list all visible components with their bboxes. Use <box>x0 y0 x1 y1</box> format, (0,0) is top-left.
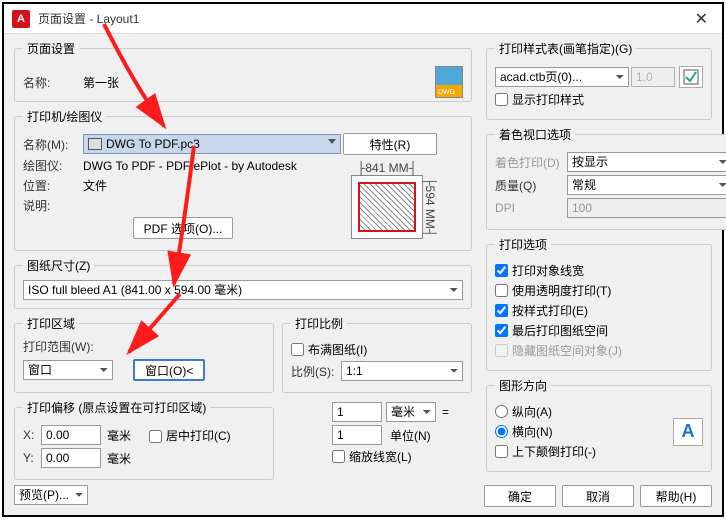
shaded-legend: 着色视口选项 <box>495 126 575 143</box>
help-button[interactable]: 帮助(H) <box>640 485 712 507</box>
opt-style-checkbox[interactable] <box>495 304 508 317</box>
scale-den-input[interactable] <box>332 425 382 445</box>
opt-last-label: 最后打印图纸空间 <box>512 322 608 339</box>
printer-icon <box>88 138 102 150</box>
paper-size-legend: 图纸尺寸(Z) <box>23 257 94 274</box>
printer-select[interactable]: DWG To PDF.pc3 <box>83 134 341 154</box>
shade-select[interactable]: 按显示 <box>567 152 726 172</box>
scale-label: 比例(S): <box>291 363 341 380</box>
center-label: 居中打印(C) <box>166 429 231 443</box>
plot-offset-legend: 打印偏移 (原点设置在可打印区域) <box>23 399 210 416</box>
preview-button[interactable]: 预览(P)... <box>14 485 88 505</box>
plot-scale-group: 打印比例 布满图纸(I) 比例(S): 1:1 <box>282 315 472 393</box>
paper-hatch <box>358 182 416 232</box>
upside-checkbox[interactable] <box>495 445 508 458</box>
quality-label: 质量(Q) <box>495 177 567 194</box>
edit-style-icon[interactable] <box>679 66 703 88</box>
style-slider-select[interactable]: 1.0 <box>631 67 675 87</box>
quality-select[interactable]: 常规 <box>567 175 726 195</box>
fit-label: 布满图纸(I) <box>308 341 367 358</box>
style-table-select[interactable]: acad.ctb页(0)... <box>495 67 629 87</box>
plot-range-select[interactable]: 窗口 <box>23 360 113 380</box>
page-name-value: 第一张 <box>83 74 435 91</box>
scale-num-input[interactable] <box>332 402 382 422</box>
opt-trans-checkbox[interactable] <box>495 284 508 297</box>
plot-area-group: 打印区域 打印范围(W): 窗口 窗口(O)< <box>14 315 274 393</box>
shaded-group: 着色视口选项 着色打印(D) 按显示 质量(Q) 常规 DPI <box>486 126 726 230</box>
dpi-input <box>567 198 726 218</box>
titlebar: A 页面设置 - Layout1 ✕ <box>4 4 722 34</box>
plot-area-legend: 打印区域 <box>23 315 79 332</box>
plot-options-group: 打印选项 打印对象线宽 使用透明度打印(T) 按样式打印(E) 最后打印图纸空间… <box>486 236 712 371</box>
show-styles-label: 显示打印样式 <box>512 91 584 108</box>
location-value: 文件 <box>83 177 107 194</box>
location-label: 位置: <box>23 177 83 194</box>
style-table-legend: 打印样式表(画笔指定)(G) <box>495 40 636 57</box>
opt-hide-checkbox <box>495 344 508 357</box>
desc-label: 说明: <box>23 197 83 214</box>
opt-lw-label: 打印对象线宽 <box>512 262 584 279</box>
printer-legend: 打印机/绘图仪 <box>23 108 106 125</box>
plot-offset-group: 打印偏移 (原点设置在可打印区域) X: 毫米 居中打印(C) Y: 毫米 <box>14 399 274 480</box>
page-setup-group: 页面设置 名称: 第一张 <box>14 40 472 102</box>
window-pick-button[interactable]: 窗口(O)< <box>133 359 205 381</box>
paper-preview: ├841 MM┤ ├594 MM┤ <box>351 175 423 239</box>
opt-hide-label: 隐藏图纸空间对象(J) <box>512 342 622 359</box>
landscape-radio[interactable] <box>495 425 508 438</box>
offset-y-unit: 毫米 <box>107 450 131 467</box>
plot-options-legend: 打印选项 <box>495 236 551 253</box>
printer-device-name: DWG To PDF.pc3 <box>106 137 200 151</box>
scale-select[interactable]: 1:1 <box>341 361 463 381</box>
app-icon: A <box>12 10 30 28</box>
style-table-group: 打印样式表(画笔指定)(G) acad.ctb页(0)... 1.0 显示打印样… <box>486 40 712 120</box>
printer-group: 打印机/绘图仪 名称(M): DWG To PDF.pc3 绘图仪 <box>14 108 472 251</box>
landscape-label: 横向(N) <box>512 423 553 440</box>
paper-height-label: ├594 MM┤ <box>423 177 437 237</box>
offset-x-unit: 毫米 <box>107 427 131 444</box>
scale-num-unit-select[interactable]: 毫米 <box>386 402 436 422</box>
close-icon[interactable]: ✕ <box>689 9 714 29</box>
ok-button[interactable]: 确定 <box>484 485 556 507</box>
paper-size-select[interactable]: ISO full bleed A1 (841.00 x 594.00 毫米) <box>23 280 463 300</box>
properties-button[interactable]: 特性(R) <box>343 133 437 155</box>
upside-label: 上下颠倒打印(-) <box>512 443 596 460</box>
page-name-label: 名称: <box>23 74 83 91</box>
paper-width-label: ├841 MM┤ <box>357 161 417 175</box>
offset-x-label: X: <box>23 428 41 442</box>
opt-style-label: 按样式打印(E) <box>512 302 588 319</box>
pdf-options-button[interactable]: PDF 选项(O)... <box>133 217 234 239</box>
chevron-down-icon <box>328 139 336 144</box>
shade-label: 着色打印(D) <box>495 154 567 171</box>
dwg-icon <box>435 66 463 98</box>
scale-lw-checkbox[interactable] <box>332 450 345 463</box>
offset-y-label: Y: <box>23 451 41 465</box>
opt-lw-checkbox[interactable] <box>495 264 508 277</box>
orientation-legend: 图形方向 <box>495 377 551 394</box>
scale-eq: = <box>442 405 449 419</box>
scale-den-unit: 单位(N) <box>390 427 431 444</box>
plot-scale-legend: 打印比例 <box>291 315 347 332</box>
plotter-value: DWG To PDF - PDF ePlot - by Autodesk <box>83 159 297 173</box>
scale-lw-label: 缩放线宽(L) <box>349 448 412 465</box>
fit-checkbox[interactable] <box>291 343 304 356</box>
orientation-icon: A <box>673 418 703 446</box>
opt-last-checkbox[interactable] <box>495 324 508 337</box>
show-styles-checkbox[interactable] <box>495 93 508 106</box>
window-title: 页面设置 - Layout1 <box>38 10 689 27</box>
offset-y-input[interactable] <box>41 448 101 468</box>
center-checkbox[interactable] <box>149 430 162 443</box>
paper-size-group: 图纸尺寸(Z) ISO full bleed A1 (841.00 x 594.… <box>14 257 472 309</box>
orientation-group: 图形方向 纵向(A) 横向(N) 上下颠倒打印(-) A <box>486 377 712 472</box>
printer-name-label: 名称(M): <box>23 136 83 153</box>
opt-trans-label: 使用透明度打印(T) <box>512 282 611 299</box>
dpi-label: DPI <box>495 201 567 215</box>
plotter-label: 绘图仪: <box>23 157 83 174</box>
portrait-radio[interactable] <box>495 405 508 418</box>
plot-range-label: 打印范围(W): <box>23 338 265 355</box>
page-setup-legend: 页面设置 <box>23 40 79 57</box>
cancel-button[interactable]: 取消 <box>562 485 634 507</box>
portrait-label: 纵向(A) <box>512 403 552 420</box>
offset-x-input[interactable] <box>41 425 101 445</box>
